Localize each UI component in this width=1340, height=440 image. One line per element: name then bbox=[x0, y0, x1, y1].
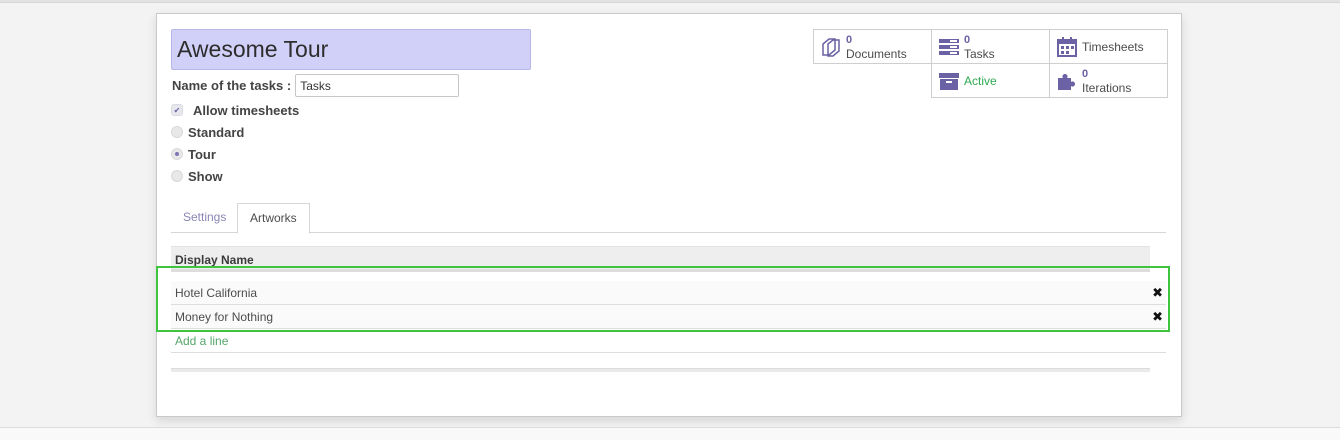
iterations-label: Iterations bbox=[1082, 80, 1132, 95]
iterations-count: 0 bbox=[1082, 67, 1089, 80]
smart-buttons: 0 Documents 0 Tasks Timesheets Active 0 … bbox=[813, 29, 1168, 99]
documents-count: 0 bbox=[846, 33, 853, 46]
tour-radio[interactable] bbox=[171, 148, 183, 160]
column-header-display-name[interactable]: Display Name bbox=[171, 246, 1150, 272]
type-option-tour[interactable]: Tour bbox=[171, 145, 216, 163]
table-row[interactable]: Hotel California ✖ bbox=[171, 281, 1166, 305]
row-display-name: Money for Nothing bbox=[175, 310, 274, 324]
form-sheet: Awesome Tour Name of the tasks : Tasks ✔… bbox=[156, 13, 1182, 417]
task-name-row: Name of the tasks : Tasks bbox=[172, 74, 460, 97]
timesheets-button[interactable]: Timesheets bbox=[1049, 29, 1168, 64]
notebook-tabs: Settings Artworks bbox=[171, 203, 1166, 234]
task-name-label: Name of the tasks : bbox=[172, 78, 292, 93]
standard-radio[interactable] bbox=[171, 126, 183, 138]
tab-settings[interactable]: Settings bbox=[171, 203, 238, 233]
documents-label: Documents bbox=[846, 46, 907, 61]
active-toggle-button[interactable]: Active bbox=[931, 63, 1050, 98]
allow-timesheets-checkbox[interactable]: ✔ bbox=[171, 104, 183, 116]
table-row[interactable]: Money for Nothing ✖ bbox=[171, 305, 1166, 329]
show-label: Show bbox=[188, 168, 223, 184]
top-rule bbox=[0, 0, 1340, 3]
tab-artworks[interactable]: Artworks bbox=[237, 203, 310, 234]
allow-timesheets-label: Allow timesheets bbox=[193, 102, 300, 118]
delete-row-icon[interactable]: ✖ bbox=[1152, 285, 1163, 301]
allow-timesheets-option[interactable]: ✔ Allow timesheets bbox=[171, 101, 299, 119]
delete-row-icon[interactable]: ✖ bbox=[1152, 309, 1163, 325]
iterations-button[interactable]: 0 Iterations bbox=[1049, 63, 1168, 98]
tasks-label: Tasks bbox=[964, 46, 995, 61]
documents-button[interactable]: 0 Documents bbox=[813, 29, 932, 64]
type-option-standard[interactable]: Standard bbox=[171, 123, 244, 141]
table-footer bbox=[171, 368, 1150, 372]
type-option-show[interactable]: Show bbox=[171, 167, 223, 185]
show-radio[interactable] bbox=[171, 170, 183, 182]
archive-box-icon bbox=[938, 70, 960, 92]
task-name-input[interactable]: Tasks bbox=[295, 74, 460, 97]
add-line-link[interactable]: Add a line bbox=[171, 329, 1166, 353]
active-label: Active bbox=[964, 73, 997, 88]
project-name-input[interactable]: Awesome Tour bbox=[171, 29, 531, 70]
bottom-rule bbox=[0, 427, 1340, 440]
documents-icon bbox=[820, 36, 842, 58]
tasks-button[interactable]: 0 Tasks bbox=[931, 29, 1050, 64]
tasks-count: 0 bbox=[964, 33, 971, 46]
tasks-icon bbox=[938, 36, 960, 58]
row-display-name: Hotel California bbox=[175, 286, 258, 300]
standard-label: Standard bbox=[188, 124, 245, 140]
tour-label: Tour bbox=[188, 146, 216, 162]
calendar-icon bbox=[1056, 36, 1078, 58]
puzzle-icon bbox=[1056, 70, 1078, 92]
timesheets-label: Timesheets bbox=[1082, 39, 1144, 54]
